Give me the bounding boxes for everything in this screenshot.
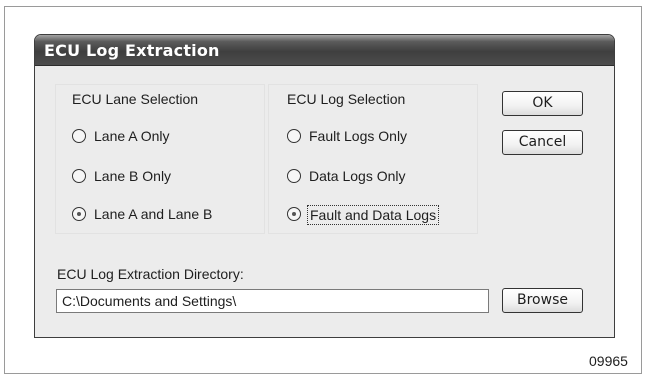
radio-label: Lane A Only xyxy=(94,128,170,144)
dialog-client-area: ECU Lane Selection Lane A Only Lane B On… xyxy=(38,66,611,334)
radio-button-icon[interactable] xyxy=(287,129,301,143)
radio-button-icon[interactable] xyxy=(72,169,86,183)
log-selection-title: ECU Log Selection xyxy=(287,91,406,107)
title-bar[interactable]: ECU Log Extraction xyxy=(35,35,614,66)
lane-selection-title: ECU Lane Selection xyxy=(72,91,199,107)
directory-label: ECU Log Extraction Directory: xyxy=(57,266,244,282)
figure-number: 09965 xyxy=(589,353,628,369)
radio-label: Data Logs Only xyxy=(309,168,406,184)
radio-button-selected-icon[interactable] xyxy=(72,207,86,221)
radio-dot-icon xyxy=(77,212,81,216)
radio-label-focused: Fault and Data Logs xyxy=(307,205,440,225)
radio-dot-icon xyxy=(292,212,296,216)
radio-button-selected-icon[interactable] xyxy=(287,207,301,221)
browse-button[interactable]: Browse xyxy=(502,288,583,313)
ecu-log-extraction-dialog: ECU Log Extraction ECU Lane Selection La… xyxy=(34,34,615,338)
radio-label: Lane B Only xyxy=(94,168,172,184)
radio-label: Fault Logs Only xyxy=(309,128,408,144)
radio-button-icon[interactable] xyxy=(287,169,301,183)
ok-button[interactable]: OK xyxy=(502,91,583,116)
directory-input[interactable]: C:\Documents and Settings\ xyxy=(56,289,489,313)
radio-button-icon[interactable] xyxy=(72,129,86,143)
cancel-button[interactable]: Cancel xyxy=(502,130,583,155)
window-title: ECU Log Extraction xyxy=(44,41,220,60)
radio-label: Lane A and Lane B xyxy=(94,206,213,222)
